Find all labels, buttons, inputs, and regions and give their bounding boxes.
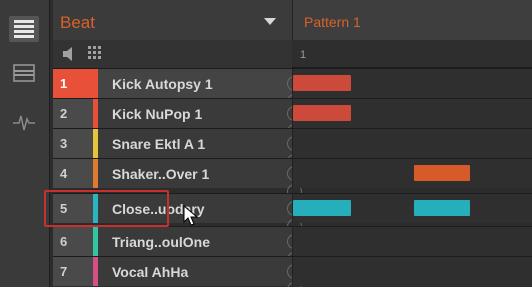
sound-name-cell[interactable]: Kick NuPop 1 [98, 99, 302, 139]
sound-row[interactable]: 7 Vocal AhHa [53, 256, 532, 287]
note-event[interactable] [414, 165, 470, 181]
sound-slot-number[interactable]: 1 [53, 69, 93, 98]
group-header: Beat [53, 0, 292, 40]
list-view-button[interactable] [9, 16, 39, 42]
pattern-name[interactable]: Pattern 1 [304, 14, 361, 30]
pattern-lane[interactable] [292, 257, 532, 286]
sound-name-cell[interactable]: Shaker..Over 1 [98, 159, 302, 199]
sound-row[interactable]: 2 Kick NuPop 1 [53, 98, 532, 139]
timeline-ruler[interactable]: 1 [292, 40, 532, 68]
waveform-icon [13, 115, 35, 131]
panel-icon [13, 64, 35, 82]
pattern-lane[interactable] [292, 69, 532, 98]
waveform-view-button[interactable] [9, 110, 39, 136]
sound-slot-number[interactable]: 7 [53, 257, 93, 286]
pattern-lane[interactable] [292, 129, 532, 158]
view-switcher [0, 0, 50, 287]
sound-name: Shaker..Over 1 [112, 166, 210, 182]
pattern-lane[interactable] [292, 227, 532, 256]
sound-row[interactable]: 6 Triang..oulOne [53, 226, 532, 267]
pattern-header: Pattern 1 [292, 0, 532, 40]
sound-row[interactable]: 3 Snare Ektl A 1 [53, 128, 532, 169]
sound-name: Snare Ektl A 1 [112, 136, 206, 152]
sound-slot-number[interactable]: 4 [53, 159, 93, 188]
sound-name: Triang..oulOne [112, 234, 211, 250]
note-event[interactable] [293, 200, 351, 216]
sound-name-cell[interactable]: Kick Autopsy 1 [98, 69, 302, 109]
ruler-mark: 1 [300, 49, 307, 61]
panel-view-button[interactable] [9, 60, 39, 86]
sound-name: Kick Autopsy 1 [112, 76, 213, 92]
speaker-icon[interactable] [61, 46, 77, 62]
pattern-lane[interactable] [292, 159, 532, 188]
grid-icon[interactable] [87, 45, 103, 61]
sound-row[interactable]: 4 Shaker..Over 1 [53, 158, 532, 199]
sound-slot-number[interactable]: 6 [53, 227, 93, 256]
sound-name-cell[interactable]: Vocal AhHa [98, 257, 302, 287]
chevron-down-icon[interactable] [264, 18, 276, 26]
group-subheader [53, 40, 292, 68]
sound-slot-number[interactable]: 2 [53, 99, 93, 128]
note-event[interactable] [293, 105, 351, 121]
sound-name: Kick NuPop 1 [112, 106, 203, 122]
note-event[interactable] [414, 200, 470, 216]
sound-slot-number[interactable]: 3 [53, 129, 93, 158]
pattern-lane[interactable] [292, 99, 532, 128]
sound-name-cell[interactable]: Triang..oulOne [98, 227, 302, 267]
pattern-lane[interactable] [292, 194, 532, 223]
sound-row[interactable]: 1 Kick Autopsy 1 [53, 68, 532, 109]
highlight-annotation [44, 190, 169, 227]
maschine-software: Beat Pattern 1 1 1 Kick Autopsy 1 2 Kick… [0, 0, 532, 287]
list-icon [14, 20, 34, 38]
sound-name-cell[interactable]: Snare Ektl A 1 [98, 129, 302, 169]
group-name[interactable]: Beat [60, 13, 95, 33]
mouse-cursor-icon [183, 205, 199, 226]
sound-name: Vocal AhHa [112, 264, 189, 280]
note-event[interactable] [293, 75, 351, 91]
